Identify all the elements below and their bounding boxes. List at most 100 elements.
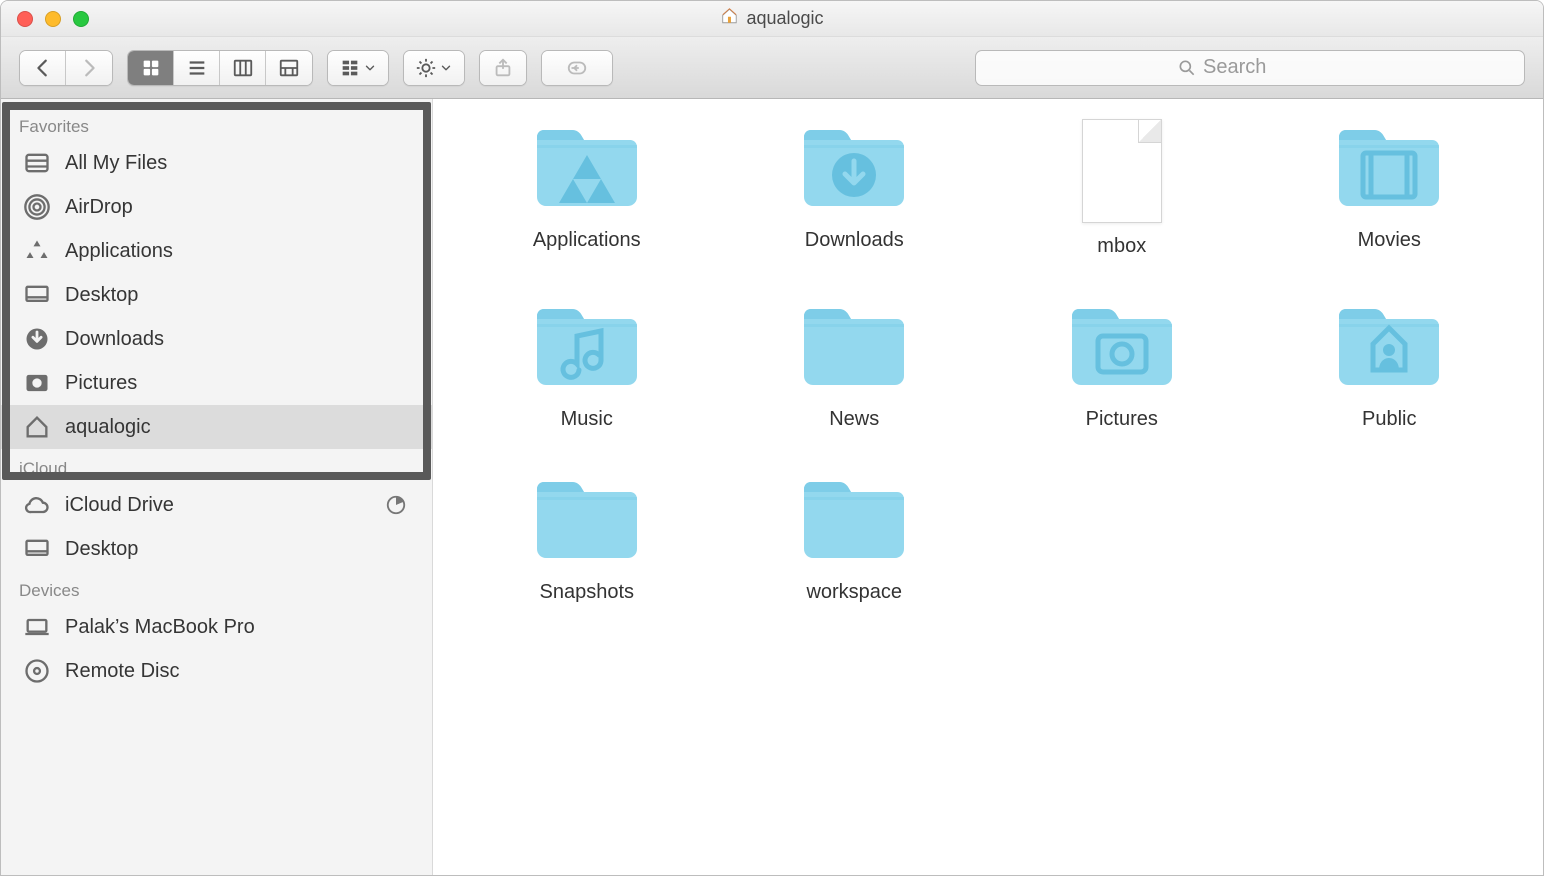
file-item-pictures[interactable]: Pictures — [1008, 298, 1236, 431]
titlebar: aqualogic — [1, 1, 1543, 37]
favorites-item-airdrop[interactable]: AirDrop — [1, 185, 432, 229]
file-item-label: mbox — [1097, 235, 1146, 258]
tags-group — [541, 50, 613, 86]
search-input[interactable] — [1203, 56, 1323, 79]
folder-icon — [531, 298, 643, 396]
sidebar-item-label: Downloads — [65, 328, 164, 351]
laptop-icon — [23, 613, 51, 641]
tags-button[interactable] — [542, 51, 612, 85]
favorites-header: Favorites — [1, 107, 432, 141]
sidebar-item-label: Palak’s MacBook Pro — [65, 616, 255, 639]
desktop-icon — [23, 535, 51, 563]
file-item-label: Music — [561, 408, 613, 431]
file-item-label: Snapshots — [539, 581, 634, 604]
back-button[interactable] — [20, 51, 66, 85]
sidebar-item-label: Remote Disc — [65, 660, 179, 683]
nav-buttons — [19, 50, 113, 86]
minimize-window-button[interactable] — [45, 11, 61, 27]
group-by-group — [327, 50, 389, 86]
finder-window: aqualogic — [0, 0, 1544, 876]
action-group — [403, 50, 465, 86]
list-view-button[interactable] — [174, 51, 220, 85]
search-icon — [1177, 58, 1197, 78]
progress-pie-icon — [382, 491, 410, 519]
sidebar-item-label: iCloud Drive — [65, 494, 174, 517]
search-box[interactable] — [975, 50, 1525, 86]
toolbar — [1, 37, 1543, 99]
file-item-mbox[interactable]: mbox — [1008, 119, 1236, 258]
devices-item-remote-disc[interactable]: Remote Disc — [1, 649, 432, 693]
icloud-item-desktop[interactable]: Desktop — [1, 527, 432, 571]
action-button[interactable] — [404, 51, 464, 85]
applications-icon — [23, 237, 51, 265]
favorites-item-pictures[interactable]: Pictures — [1, 361, 432, 405]
devices-header: Devices — [1, 571, 432, 605]
file-item-label: News — [829, 408, 879, 431]
disc-icon — [23, 657, 51, 685]
coverflow-view-button[interactable] — [266, 51, 312, 85]
airdrop-icon — [23, 193, 51, 221]
file-item-downloads[interactable]: Downloads — [741, 119, 969, 258]
file-item-news[interactable]: News — [741, 298, 969, 431]
file-item-label: Movies — [1358, 229, 1421, 252]
sidebar-item-label: AirDrop — [65, 196, 133, 219]
traffic-lights — [1, 11, 89, 27]
icloud-item-icloud-drive[interactable]: iCloud Drive — [1, 483, 432, 527]
favorites-item-applications[interactable]: Applications — [1, 229, 432, 273]
zoom-window-button[interactable] — [73, 11, 89, 27]
file-item-applications[interactable]: Applications — [473, 119, 701, 258]
cloud-icon — [23, 491, 51, 519]
folder-icon — [531, 471, 643, 569]
sidebar-item-label: Applications — [65, 240, 173, 263]
pictures-icon — [23, 369, 51, 397]
favorites-item-all-my-files[interactable]: All My Files — [1, 141, 432, 185]
icloud-header: iCloud — [1, 449, 432, 483]
window-title-text: aqualogic — [746, 8, 823, 29]
file-item-snapshots[interactable]: Snapshots — [473, 471, 701, 604]
file-item-movies[interactable]: Movies — [1276, 119, 1504, 258]
folder-icon — [1066, 298, 1178, 396]
folder-icon — [798, 298, 910, 396]
forward-button[interactable] — [66, 51, 112, 85]
group-by-button[interactable] — [328, 51, 388, 85]
view-buttons — [127, 50, 313, 86]
home-icon — [720, 7, 738, 30]
downloads-icon — [23, 325, 51, 353]
folder-icon — [798, 471, 910, 569]
folder-icon — [1333, 298, 1445, 396]
share-group — [479, 50, 527, 86]
file-item-label: Downloads — [805, 229, 904, 252]
sidebar-item-label: Desktop — [65, 538, 138, 561]
icon-view-button[interactable] — [128, 51, 174, 85]
window-title: aqualogic — [720, 7, 823, 30]
window-body: Favorites All My Files AirDrop Application… — [1, 99, 1543, 875]
all-my-files-icon — [23, 149, 51, 177]
main-content[interactable]: Applications Downloads mbox Movies Music News… — [433, 99, 1543, 875]
home-icon — [23, 413, 51, 441]
close-window-button[interactable] — [17, 11, 33, 27]
column-view-button[interactable] — [220, 51, 266, 85]
sidebar-item-label: aqualogic — [65, 416, 151, 439]
file-item-label: Public — [1362, 408, 1416, 431]
share-button[interactable] — [480, 51, 526, 85]
folder-icon — [531, 119, 643, 217]
desktop-icon — [23, 281, 51, 309]
file-item-workspace[interactable]: workspace — [741, 471, 969, 604]
sidebar: Favorites All My Files AirDrop Application… — [1, 99, 433, 875]
favorites-item-desktop[interactable]: Desktop — [1, 273, 432, 317]
file-item-public[interactable]: Public — [1276, 298, 1504, 431]
document-icon — [1082, 119, 1162, 223]
file-item-label: workspace — [806, 581, 902, 604]
sidebar-item-label: All My Files — [65, 152, 167, 175]
file-item-label: Pictures — [1086, 408, 1158, 431]
favorites-item-downloads[interactable]: Downloads — [1, 317, 432, 361]
icon-grid: Applications Downloads mbox Movies Music News… — [433, 99, 1543, 624]
file-item-label: Applications — [533, 229, 641, 252]
devices-item-palak-s-macbook-pro[interactable]: Palak’s MacBook Pro — [1, 605, 432, 649]
sidebar-item-label: Pictures — [65, 372, 137, 395]
sidebar-item-label: Desktop — [65, 284, 138, 307]
file-item-music[interactable]: Music — [473, 298, 701, 431]
folder-icon — [1333, 119, 1445, 217]
favorites-item-aqualogic[interactable]: aqualogic — [1, 405, 432, 449]
folder-icon — [798, 119, 910, 217]
